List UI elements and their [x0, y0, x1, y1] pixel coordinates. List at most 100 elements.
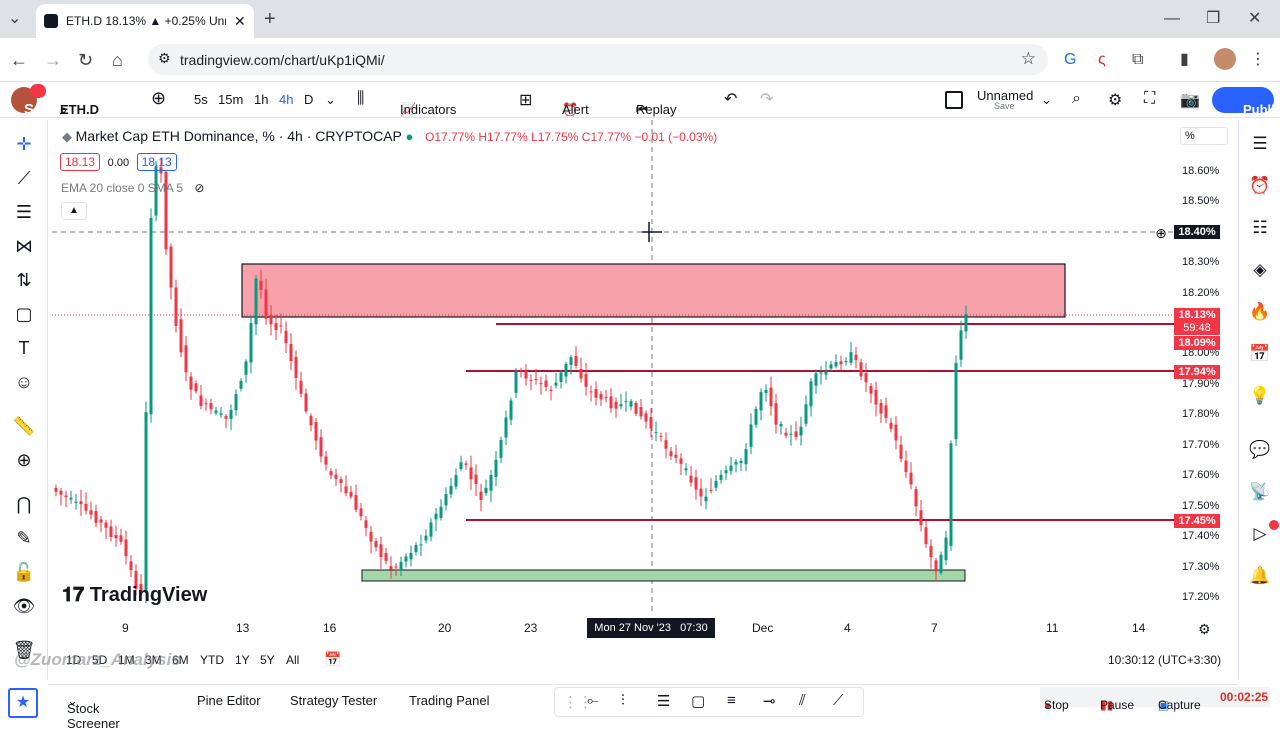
watchlist-icon[interactable]: ☰ — [1248, 132, 1272, 156]
pattern-icon[interactable]: ⋈ — [12, 234, 36, 258]
translate-icon[interactable]: G — [1064, 50, 1076, 70]
sell-price-box[interactable]: 18.13 — [60, 153, 101, 171]
minimize-icon[interactable]: — — [1164, 9, 1180, 29]
pine-editor-tab[interactable]: Pine Editor — [197, 693, 261, 708]
trading-panel-tab[interactable]: Trading Panel — [409, 693, 489, 708]
snapshot-camera-icon[interactable]: 📷 — [1180, 90, 1200, 110]
range-ytd[interactable]: YTD — [200, 653, 224, 667]
ideas-bulb-icon[interactable]: 💡 — [1248, 384, 1272, 408]
interval-1h[interactable]: 1h — [254, 92, 268, 107]
horizontal-line-icon[interactable]: ⊸ — [763, 692, 776, 710]
time-axis[interactable]: 9 13 16 20 23 Dec 4 7 11 14 Mon 27 Nov '… — [52, 618, 1232, 640]
lock-icon[interactable]: 🔓 — [12, 560, 36, 584]
interval-d[interactable]: D — [304, 92, 313, 107]
layout-checkbox-icon[interactable] — [945, 91, 963, 109]
magnet-icon[interactable]: ⋂ — [12, 492, 36, 516]
geometric-shapes-icon[interactable]: ▢ — [12, 302, 36, 326]
publish-button[interactable]: Publish — [1212, 87, 1280, 117]
strategy-tester-tab[interactable]: Strategy Tester — [290, 693, 377, 708]
forward-icon[interactable]: → — [44, 50, 62, 70]
close-tab-icon[interactable]: ✕ — [234, 13, 246, 30]
calendar-icon[interactable]: 📅 — [1248, 342, 1272, 366]
fib-retracement-icon[interactable]: ☰ — [12, 200, 36, 224]
browser-menu-icon[interactable]: ⋮ — [1250, 50, 1266, 70]
indicator-legend[interactable]: EMA 20 close 0 SMA 5 ⊘ — [61, 181, 204, 195]
x-tick: 9 — [122, 621, 129, 635]
interval-dropdown-icon[interactable]: ⌄ — [325, 92, 336, 108]
fib-tool-icon[interactable]: ☰ — [657, 692, 670, 710]
chart-pane[interactable]: ◆ Market Cap ETH Dominance, % · 4h · CRY… — [52, 120, 1176, 612]
undo-icon[interactable]: ↶ — [724, 89, 737, 109]
home-icon[interactable]: ⌂ — [112, 50, 123, 70]
favorite-star-icon[interactable]: ★ — [8, 688, 38, 718]
collapse-legend-icon[interactable]: ▲ — [61, 202, 87, 220]
go-to-date-icon[interactable]: 📅 — [324, 651, 341, 668]
ruler-icon[interactable]: 📏 — [12, 414, 36, 438]
prediction-icon[interactable]: ⇅ — [12, 268, 36, 292]
new-tab-icon[interactable]: + — [264, 9, 276, 29]
close-window-icon[interactable]: ✕ — [1248, 9, 1261, 29]
resistance-zone[interactable] — [241, 263, 1066, 318]
fullscreen-icon[interactable]: ⛶ — [1144, 90, 1155, 108]
emoji-icon[interactable]: ☺ — [12, 370, 36, 394]
rectangle-tool-icon[interactable]: ▢ — [691, 692, 705, 710]
trend-line-tool-icon[interactable]: ⟋ — [833, 692, 844, 709]
zoom-in-icon[interactable]: ⊕ — [12, 448, 36, 472]
maximize-icon[interactable]: ❐ — [1206, 9, 1220, 29]
extension-icon[interactable]: ς — [1098, 50, 1106, 70]
interval-4h[interactable]: 4h — [279, 92, 293, 107]
hotlist-fire-icon[interactable]: 🔥 — [1248, 300, 1272, 324]
interval-15m[interactable]: 15m — [218, 92, 243, 107]
url-field[interactable]: ⚙ tradingview.com/chart/uKp1iQMi/ ☆ — [148, 44, 1048, 75]
quick-search-icon[interactable]: ⌕ — [1072, 90, 1081, 108]
browser-tab[interactable]: ETH.D 18.13% ▲ +0.25% Unna ✕ — [36, 4, 254, 38]
text-tool-icon[interactable]: T — [12, 336, 36, 360]
reload-icon[interactable]: ↻ — [78, 50, 93, 70]
back-icon[interactable]: ← — [10, 50, 28, 70]
profile-avatar[interactable] — [1214, 48, 1236, 70]
notifications-bell-icon[interactable]: 🔔 — [1248, 564, 1272, 588]
redo-icon[interactable]: ↷ — [760, 89, 773, 109]
timezone-clock[interactable]: 10:30:12 (UTC+3:30) — [1108, 653, 1221, 667]
chat-icon[interactable]: 💬 — [1248, 438, 1272, 462]
trend-line-icon[interactable]: ⟋ — [12, 166, 36, 190]
streams-icon[interactable]: 📡 — [1248, 480, 1272, 504]
symbol-title[interactable]: Market Cap ETH Dominance, % · 4h · CRYPT… — [76, 128, 402, 144]
y-tick: 17.90% — [1182, 378, 1220, 390]
layout-dropdown-icon[interactable]: ⌄ — [1041, 92, 1052, 108]
stock-screener-tab[interactable]: Stock Screener ⌄ — [67, 693, 120, 731]
candle-style-icon[interactable]: ⫼ — [357, 90, 364, 108]
alerts-clock-icon[interactable]: ⏰ — [1248, 174, 1272, 198]
range-all[interactable]: All — [286, 653, 299, 667]
support-zone[interactable] — [361, 569, 966, 582]
layers-icon[interactable]: ◈ — [1248, 258, 1272, 282]
extensions-puzzle-icon[interactable]: ⧉ — [1132, 50, 1143, 70]
buy-price-box[interactable]: 18.13 — [136, 153, 177, 171]
pitchfork-icon[interactable]: ⫽ — [799, 692, 806, 709]
layouts-grid-icon[interactable]: ⊞ — [519, 90, 532, 110]
settings-gear-icon[interactable]: ⚙ — [1108, 90, 1122, 110]
horizontal-ray-icon[interactable]: ⟜ — [587, 692, 599, 709]
lock-drawing-icon[interactable]: ✎ — [12, 526, 36, 550]
auto-scale-settings-icon[interactable]: ⚙ — [1198, 621, 1211, 638]
range-5y[interactable]: 5Y — [260, 653, 275, 667]
hide-drawings-eye-icon[interactable]: 👁 — [12, 594, 36, 618]
lines-tool-icon[interactable]: ≡ — [727, 692, 736, 709]
hidden-eye-icon[interactable]: ⊘ — [194, 181, 204, 195]
price-axis[interactable]: % 18.60% 18.50% 18.30% 18.20% 18.00% 17.… — [1155, 120, 1236, 620]
interval-5s[interactable]: 5s — [194, 92, 208, 107]
site-info-icon[interactable]: ⚙ — [158, 50, 171, 67]
crosshair-icon[interactable]: ✛ — [12, 132, 36, 156]
price-chart-svg[interactable] — [52, 120, 1176, 612]
scale-mode-button[interactable]: % — [1180, 127, 1228, 145]
tab-list-icon[interactable]: ⌄ — [8, 9, 21, 29]
candle-body — [394, 566, 398, 568]
side-panel-icon[interactable]: ▮ — [1180, 50, 1189, 70]
candle-body — [649, 417, 653, 429]
range-1y[interactable]: 1Y — [235, 653, 250, 667]
parallel-channel-icon[interactable]: ⫶ — [621, 692, 625, 709]
bookmark-star-icon[interactable]: ☆ — [1021, 49, 1036, 69]
compare-symbol-icon[interactable]: ⊕ — [151, 88, 166, 109]
add-alert-plus-icon[interactable]: ⊕ — [1152, 224, 1170, 242]
object-tree-icon[interactable]: ☷ — [1248, 216, 1272, 240]
